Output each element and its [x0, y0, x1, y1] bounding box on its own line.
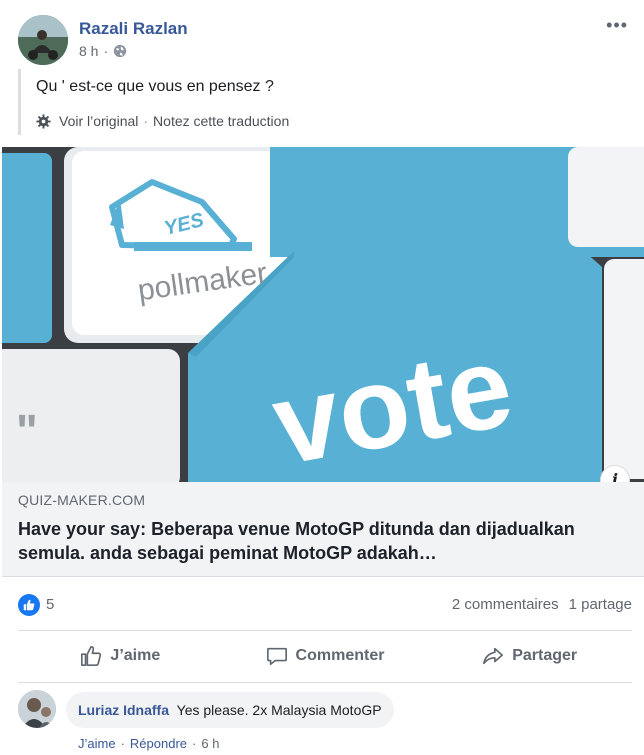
link-domain: QUIZ-MAKER.COM — [18, 492, 146, 508]
reaction-count[interactable]: 5 — [46, 596, 54, 613]
commenter-name[interactable]: Luriaz Idnaffa — [78, 702, 169, 718]
like-label: J’aime — [110, 647, 161, 664]
commenter-avatar[interactable] — [18, 690, 56, 728]
comment-time[interactable]: 6 h — [201, 736, 219, 751]
rate-translation-link[interactable]: Notez cette traduction — [153, 113, 289, 129]
comment-separator: · — [120, 736, 125, 751]
comment-bubble: Luriaz Idnaffa Yes please. 2x Malaysia M… — [66, 692, 394, 728]
post-header: Razali Razlan 8 h · ••• — [18, 15, 630, 65]
author-name[interactable]: Razali Razlan — [79, 19, 188, 39]
post-meta: 8 h · — [79, 43, 127, 59]
engagement-counts: 2 commentaires 1 partage — [452, 596, 632, 613]
comment-reply-link[interactable]: Répondre — [130, 736, 187, 751]
divider-top — [18, 630, 632, 631]
link-image[interactable]: " vote YES pollmaker i — [2, 147, 644, 482]
more-options-button[interactable]: ••• — [606, 15, 628, 36]
share-button[interactable]: Partager — [427, 636, 632, 676]
author-avatar[interactable] — [18, 15, 68, 65]
comment-icon — [266, 647, 287, 666]
more-icon: ••• — [606, 15, 628, 35]
comment: Luriaz Idnaffa Yes please. 2x Malaysia M… — [18, 690, 632, 755]
comment-like-link[interactable]: J’aime — [78, 736, 116, 751]
link-preview[interactable]: QUIZ-MAKER.COM Have your say: Beberapa v… — [2, 482, 644, 577]
commenter-avatar-image — [18, 690, 56, 728]
post-time[interactable]: 8 h — [79, 43, 98, 59]
meta-separator: · — [103, 43, 109, 59]
post-text: Qu ' est-ce que vous en pensez ? — [36, 78, 274, 95]
share-label: Partager — [512, 647, 578, 664]
see-original-link[interactable]: Voir l’original — [59, 113, 138, 129]
comment-separator: · — [192, 736, 197, 751]
shares-count[interactable]: 1 partage — [569, 596, 632, 613]
like-button[interactable]: J’aime — [18, 636, 223, 676]
translated-post: Qu ' est-ce que vous en pensez ? Voir l’… — [18, 69, 630, 135]
comment-label: Commenter — [295, 647, 385, 664]
translation-separator: · — [143, 113, 149, 129]
like-reaction-glyph — [23, 599, 35, 611]
thumbs-up-icon — [81, 646, 102, 666]
link-title[interactable]: Have your say: Beberapa venue MotoGP dit… — [18, 517, 628, 565]
quote-key-glyph: " — [16, 405, 38, 457]
comment-text: Yes please. 2x Malaysia MotoGP — [176, 702, 382, 718]
reactions-bar: 5 2 commentaires 1 partage — [18, 592, 632, 616]
comments-count[interactable]: 2 commentaires — [452, 596, 559, 613]
like-reaction-icon[interactable] — [18, 594, 40, 616]
info-icon: i — [611, 470, 619, 482]
translation-links: Voir l’original · Notez cette traduction — [36, 113, 289, 129]
action-bar: J’aime Commenter Partager — [18, 636, 632, 676]
share-icon — [483, 647, 504, 665]
vote-keyboard-image: " vote YES pollmaker — [2, 147, 644, 482]
comment-button[interactable]: Commenter — [223, 636, 428, 676]
divider-bottom — [18, 682, 632, 683]
gear-icon[interactable] — [36, 113, 51, 129]
globe-icon[interactable] — [113, 44, 127, 58]
comment-actions: J’aime · Répondre · 6 h — [78, 736, 219, 751]
author-avatar-image — [18, 15, 68, 65]
